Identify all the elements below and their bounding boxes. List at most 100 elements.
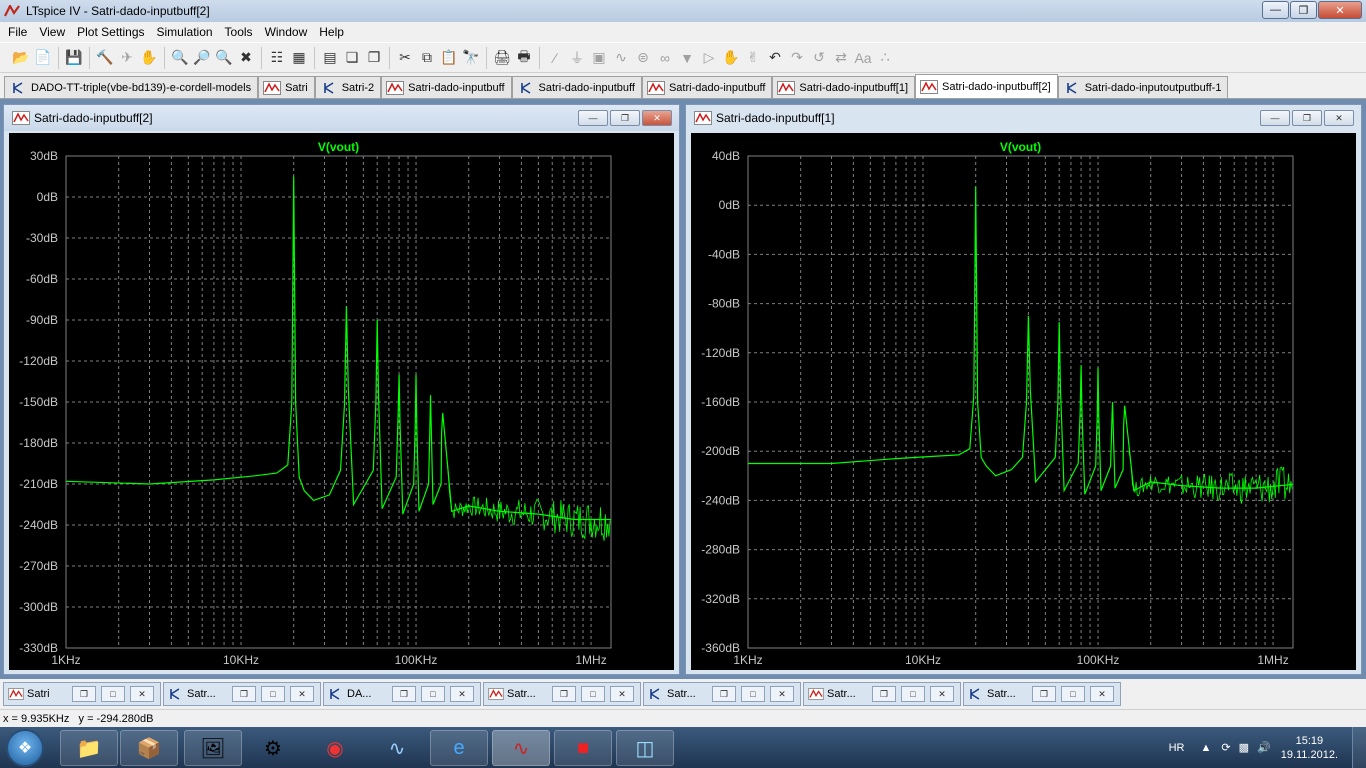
tab-5[interactable]: Satri-dado-inputbuff — [641, 76, 773, 98]
minimize-button[interactable]: — — [578, 110, 608, 126]
explorer-icon[interactable]: 📁 — [60, 730, 118, 766]
minimized-window[interactable]: Satri ❐ □ ✕ — [3, 682, 161, 706]
maximize-button[interactable]: □ — [1061, 686, 1085, 702]
chart-right[interactable]: 40dB 0dB -40dB -80dB -120dB -160dB -200dB -240d… — [691, 133, 1356, 670]
language-indicator[interactable]: HR — [1169, 742, 1185, 754]
scope-icon[interactable]: ∿ — [368, 730, 426, 766]
zoom-fit-icon[interactable]: ✖ — [235, 47, 257, 69]
minimized-window[interactable]: Satr... ❐ □ ✕ — [963, 682, 1121, 706]
ie-icon[interactable]: e — [430, 730, 488, 766]
cut-icon[interactable]: ✂ — [394, 47, 416, 69]
clock[interactable]: 15:19 19.11.2012. — [1281, 734, 1338, 762]
maximize-button[interactable]: □ — [741, 686, 765, 702]
close-button[interactable]: ✕ — [610, 686, 634, 702]
diode-icon[interactable]: ▼ — [676, 47, 698, 69]
undo-icon[interactable]: ↶ — [764, 47, 786, 69]
spice-directive-icon[interactable]: ∴ — [874, 47, 896, 69]
menu-tools[interactable]: Tools — [219, 25, 259, 39]
close-button[interactable]: ✕ — [1090, 686, 1114, 702]
tab-3[interactable]: Satri-dado-inputbuff — [381, 76, 512, 98]
maximize-button[interactable]: □ — [101, 686, 125, 702]
pdf-icon[interactable]: ■ — [554, 730, 612, 766]
picture-icon[interactable]: 🖼 — [184, 730, 242, 766]
chart-left[interactable]: 30dB 0dB -30dB -60dB -90dB -120dB -150dB -180dB… — [9, 133, 674, 670]
maximize-button[interactable]: □ — [901, 686, 925, 702]
plot-window-right[interactable]: Satri-dado-inputbuff[1] — ❐ ✕ 40dB 0dB -40… — [685, 104, 1362, 675]
tab-8[interactable]: Satri-dado-inputoutputbuff-1 — [1057, 76, 1229, 98]
menu-file[interactable]: File — [2, 25, 33, 39]
resistor-icon[interactable]: ∿ — [610, 47, 632, 69]
restore-button[interactable]: ❐ — [610, 110, 640, 126]
tab-1[interactable]: Satri — [258, 76, 315, 98]
close-button[interactable]: ✕ — [1318, 1, 1362, 19]
trace-label[interactable]: V(vout) — [318, 140, 359, 154]
restore-button[interactable]: ❐ — [72, 686, 96, 702]
menu-plot-settings[interactable]: Plot Settings — [71, 25, 150, 39]
run-icon[interactable]: ✈ — [116, 47, 138, 69]
volume-icon[interactable]: 🔊 — [1257, 741, 1271, 754]
tab-7[interactable]: Satri-dado-inputbuff[2] — [915, 74, 1058, 98]
pan-icon[interactable]: 🔎 — [191, 47, 213, 69]
notepad-icon[interactable]: ◫ — [616, 730, 674, 766]
minimize-button[interactable]: — — [1262, 1, 1289, 19]
ltspice-icon[interactable]: ∿ — [492, 730, 550, 766]
restore-button[interactable]: ❐ — [392, 686, 416, 702]
control-panel-icon[interactable]: 🔨 — [94, 47, 116, 69]
close-button[interactable]: ✕ — [1324, 110, 1354, 126]
tab-6[interactable]: Satri-dado-inputbuff[1] — [772, 76, 916, 98]
show-hidden-icons-icon[interactable]: ▲ — [1200, 742, 1211, 754]
capacitor-icon[interactable]: ⊜ — [632, 47, 654, 69]
network-icon[interactable]: ▩ — [1239, 741, 1249, 754]
show-desktop-button[interactable] — [1352, 727, 1366, 768]
menu-simulation[interactable]: Simulation — [151, 25, 219, 39]
minimized-window[interactable]: Satr... ❐ □ ✕ — [163, 682, 321, 706]
close-button[interactable]: ✕ — [930, 686, 954, 702]
zoom-in-icon[interactable]: 🔍 — [169, 47, 191, 69]
maximize-button[interactable]: □ — [421, 686, 445, 702]
minimized-window[interactable]: DA... ❐ □ ✕ — [323, 682, 481, 706]
text-icon[interactable]: Aa — [852, 47, 874, 69]
tab-4[interactable]: Satri-dado-inputbuff — [511, 76, 642, 98]
close-button[interactable]: ✕ — [770, 686, 794, 702]
setup-icon[interactable]: 📦 — [120, 730, 178, 766]
cascade-icon[interactable]: ❏ — [341, 47, 363, 69]
maximize-button[interactable]: ❐ — [1290, 1, 1317, 19]
minimize-button[interactable]: — — [1260, 110, 1290, 126]
menu-window[interactable]: Window — [259, 25, 314, 39]
minimized-window[interactable]: Satr... ❐ □ ✕ — [803, 682, 961, 706]
rotate-icon[interactable]: ↺ — [808, 47, 830, 69]
waveform-icon[interactable]: ▦ — [288, 47, 310, 69]
tab-2[interactable]: Satri-2 — [314, 76, 382, 98]
ground-icon[interactable]: ⏚ — [566, 47, 588, 69]
mirror-icon[interactable]: ⇄ — [830, 47, 852, 69]
tool-icon[interactable]: ⚙ — [244, 730, 302, 766]
component-icon[interactable]: ▷ — [698, 47, 720, 69]
wire-icon[interactable]: ∕ — [544, 47, 566, 69]
tile-horizontal-icon[interactable]: ▤ — [319, 47, 341, 69]
print-icon[interactable]: 🖶 — [513, 47, 535, 69]
plot-area[interactable]: 40dB 0dB -40dB -80dB -120dB -160dB -200dB -240d… — [691, 133, 1356, 670]
print-preview-icon[interactable]: 🖨 — [491, 47, 513, 69]
minimized-window[interactable]: Satr... ❐ □ ✕ — [483, 682, 641, 706]
tab-0[interactable]: DADO-TT-triple(vbe-bd139)-e-cordell-mode… — [4, 76, 259, 98]
restore-button[interactable]: ❐ — [552, 686, 576, 702]
maximize-button[interactable]: □ — [261, 686, 285, 702]
halt-icon[interactable]: ✋ — [138, 47, 160, 69]
redo-icon[interactable]: ↷ — [786, 47, 808, 69]
menu-view[interactable]: View — [33, 25, 71, 39]
find-icon[interactable]: 🔭 — [460, 47, 482, 69]
drag-icon[interactable]: ✌ — [742, 47, 764, 69]
ccleaner-icon[interactable]: ◉ — [306, 730, 364, 766]
open-icon[interactable]: 📂 — [10, 47, 32, 69]
autorange-icon[interactable]: ☷ — [266, 47, 288, 69]
close-all-icon[interactable]: ❐ — [363, 47, 385, 69]
restore-button[interactable]: ❐ — [1292, 110, 1322, 126]
save-icon[interactable]: 💾 — [63, 47, 85, 69]
plot-window-left[interactable]: Satri-dado-inputbuff[2] — ❐ ✕ 30dB 0dB -30… — [3, 104, 680, 675]
restore-button[interactable]: ❐ — [872, 686, 896, 702]
maximize-button[interactable]: □ — [581, 686, 605, 702]
restore-button[interactable]: ❐ — [712, 686, 736, 702]
start-button[interactable]: ❖ — [6, 729, 44, 767]
open-file-icon[interactable]: 📄 — [32, 47, 54, 69]
inductor-icon[interactable]: ∞ — [654, 47, 676, 69]
